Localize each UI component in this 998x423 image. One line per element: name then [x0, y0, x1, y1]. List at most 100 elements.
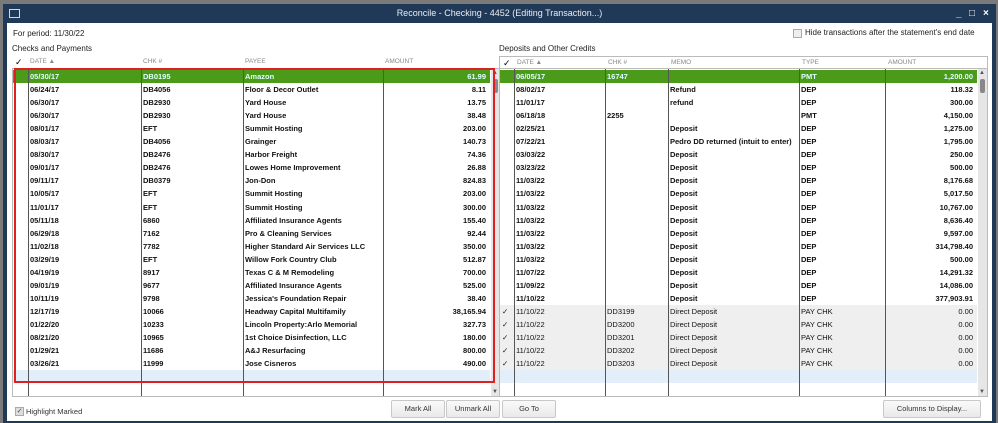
- scroll-down-icon[interactable]: ▼: [492, 389, 498, 395]
- right-table-row[interactable]: 11/03/22 Deposit DEP 8,176.68: [500, 174, 977, 187]
- check-cell: [502, 122, 511, 135]
- right-table-row[interactable]: 03/03/22 Deposit DEP 250.00: [500, 148, 977, 161]
- date-cell: 11/03/22: [516, 241, 545, 251]
- chk-number-cell: [607, 174, 665, 187]
- system-menu-icon[interactable]: [9, 9, 20, 18]
- chk-number-cell: DD3200: [607, 319, 635, 329]
- type-cell: PAY CHK: [801, 333, 833, 342]
- check-cell: [502, 201, 511, 214]
- right-table-row[interactable]: ✓ 11/10/22 DD3200 Direct Deposit PAY CHK 0.00: [500, 317, 977, 331]
- amount-cell: 4,150.00: [943, 111, 973, 121]
- close-button[interactable]: ×: [983, 4, 989, 23]
- right-table-row[interactable]: 11/09/22 Deposit DEP 14,086.00: [500, 279, 977, 292]
- right-table-row[interactable]: 11/03/22 Deposit DEP 8,636.40: [500, 214, 977, 227]
- memo-cell: Deposit: [670, 202, 698, 212]
- amount-cell: 250.00: [950, 150, 973, 160]
- right-table-row[interactable]: 11/03/22 Deposit DEP 314,798.40: [500, 240, 977, 253]
- right-table-row[interactable]: ✓ 11/10/22 DD3203 Direct Deposit PAY CHK 0.00: [500, 357, 977, 371]
- check-cell: [502, 266, 511, 279]
- date-cell: 07/22/21: [516, 137, 546, 147]
- memo-cell: Deposit: [670, 228, 698, 238]
- memo-cell: Direct Deposit: [670, 346, 718, 356]
- hide-transactions-checkbox[interactable]: [793, 29, 802, 38]
- right-table-row[interactable]: 11/01/17 refund DEP 300.00: [500, 96, 977, 109]
- mark-all-button[interactable]: Mark All: [391, 400, 445, 418]
- right-table-row[interactable]: ✓ 11/10/22 DD3199 Direct Deposit PAY CHK 0.00: [500, 304, 977, 318]
- check-cell: [502, 83, 511, 96]
- right-table-row[interactable]: 11/03/22 Deposit DEP 10,767.00: [500, 201, 977, 214]
- date-cell: 11/10/22: [516, 319, 545, 329]
- left-header-amount[interactable]: AMOUNT: [385, 56, 487, 68]
- right-table-row[interactable]: 08/02/17 Refund DEP 118.32: [500, 83, 977, 96]
- amount-cell: 118.32: [950, 85, 973, 95]
- amount-cell: 8,176.68: [943, 176, 973, 186]
- memo-cell: Deposit: [670, 293, 698, 303]
- chk-number-cell: [607, 240, 665, 253]
- right-table-row[interactable]: 11/10/22 Deposit DEP 377,903.91: [500, 292, 977, 305]
- scroll-up-icon[interactable]: ▲: [979, 70, 985, 76]
- date-cell: 11/10/22: [516, 333, 545, 342]
- checks-table-header: ✓ DATE ▲ CHK # PAYEE AMOUNT: [12, 56, 499, 68]
- chk-number-cell: [607, 148, 665, 161]
- chk-number-cell: [607, 187, 665, 200]
- left-header-chk-number[interactable]: CHK #: [143, 56, 241, 68]
- right-table-row[interactable]: ✓ 11/10/22 DD3202 Direct Deposit PAY CHK 0.00: [500, 344, 977, 358]
- column-divider: [885, 69, 886, 396]
- date-cell: 11/10/22: [516, 306, 545, 316]
- highlight-marked-checkbox[interactable]: ✓: [15, 407, 24, 416]
- amount-cell: 8,636.40: [943, 215, 973, 225]
- amount-cell: 14,086.00: [939, 280, 973, 290]
- date-cell: 11/03/22: [516, 202, 545, 212]
- chk-number-cell: [607, 161, 665, 174]
- memo-cell: Pedro DD returned (intuit to enter): [670, 137, 792, 147]
- right-blank-row[interactable]: [500, 370, 977, 384]
- chk-number-cell: DD3203: [607, 359, 635, 369]
- columns-to-display-button[interactable]: Columns to Display...: [883, 400, 981, 418]
- left-header-payee[interactable]: PAYEE: [245, 56, 381, 68]
- right-table-row[interactable]: 11/03/22 Deposit DEP 9,597.00: [500, 227, 977, 240]
- right-table-row[interactable]: 06/18/18 2255 PMT 4,150.00: [500, 109, 977, 122]
- unmark-all-button[interactable]: Unmark All: [446, 400, 500, 418]
- right-table-row[interactable]: 07/22/21 Pedro DD returned (intuit to ent…: [500, 135, 977, 148]
- check-cell: ✓: [502, 333, 509, 342]
- right-table-row[interactable]: 03/23/22 Deposit DEP 500.00: [500, 161, 977, 174]
- scroll-down-icon[interactable]: ▼: [979, 389, 985, 395]
- type-cell: DEP: [801, 124, 817, 134]
- check-cell: ✓: [502, 319, 509, 329]
- amount-cell: 0.00: [958, 306, 973, 316]
- checks-section-title: Checks and Payments: [12, 44, 93, 53]
- check-cell: [502, 214, 511, 227]
- amount-cell: 1,275.00: [943, 124, 973, 134]
- right-table-row[interactable]: 11/03/22 Deposit DEP 5,017.50: [500, 187, 977, 200]
- right-table-row[interactable]: ✓ 11/10/22 DD3201 Direct Deposit PAY CHK 0.00: [500, 331, 977, 344]
- date-cell: 06/18/18: [516, 111, 546, 121]
- right-table-row[interactable]: 02/25/21 Deposit DEP 1,275.00: [500, 122, 977, 135]
- right-scrollbar[interactable]: ▲ ▼: [978, 69, 987, 396]
- scroll-thumb[interactable]: [980, 79, 985, 93]
- date-cell: 11/03/22: [516, 176, 545, 186]
- memo-cell: Direct Deposit: [670, 319, 718, 329]
- date-cell: 08/02/17: [516, 85, 546, 95]
- check-cell: [502, 279, 511, 292]
- check-cell: [502, 253, 511, 266]
- check-cell: [502, 70, 511, 83]
- type-cell: PAY CHK: [801, 346, 833, 356]
- right-table-row[interactable]: 06/05/17 16747 PMT 1,200.00: [500, 70, 977, 83]
- date-cell: 11/03/22: [516, 215, 545, 225]
- right-table-row[interactable]: 11/07/22 Deposit DEP 14,291.32: [500, 266, 977, 279]
- minimize-button[interactable]: _: [956, 4, 962, 23]
- chk-number-cell: [607, 96, 665, 109]
- check-cell: ✓: [502, 346, 509, 356]
- right-table-row[interactable]: 11/03/22 Deposit DEP 500.00: [500, 253, 977, 266]
- check-cell: ✓: [502, 359, 509, 369]
- memo-cell: Deposit: [670, 124, 698, 134]
- maximize-button[interactable]: □: [969, 4, 975, 23]
- go-to-button[interactable]: Go To: [502, 400, 556, 418]
- highlight-marked-label: Highlight Marked: [26, 407, 83, 416]
- memo-cell: Direct Deposit: [670, 333, 718, 342]
- left-header-check[interactable]: ✓: [15, 56, 26, 68]
- left-header-date[interactable]: DATE ▲: [30, 56, 139, 68]
- deposits-table: 06/05/17 16747 PMT 1,200.00 08/02/17 Refund DE…: [499, 68, 988, 397]
- date-cell: 11/10/22: [516, 293, 545, 303]
- type-cell: DEP: [801, 254, 817, 264]
